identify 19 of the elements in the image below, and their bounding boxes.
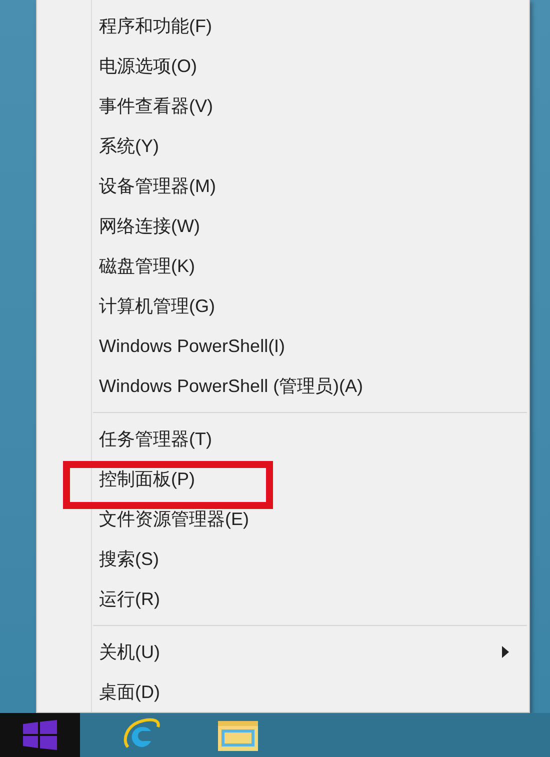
menu-item[interactable]: 文件资源管理器(E) — [37, 499, 529, 539]
menu-item[interactable]: 系统(Y) — [37, 126, 529, 166]
menu-item[interactable]: 桌面(D) — [37, 672, 529, 712]
menu-item[interactable]: 事件查看器(V) — [37, 86, 529, 126]
menu-item[interactable]: 电源选项(O) — [37, 46, 529, 86]
menu-item[interactable]: 关机(U) — [37, 632, 529, 672]
menu-item[interactable]: Windows PowerShell(I) — [37, 326, 529, 366]
menu-item[interactable]: 程序和功能(F) — [37, 6, 529, 46]
menu-item[interactable]: 设备管理器(M) — [37, 166, 529, 206]
menu-item[interactable]: 控制面板(P) — [37, 459, 529, 499]
menu-item[interactable]: 任务管理器(T) — [37, 419, 529, 459]
menu-item[interactable]: 网络连接(W) — [37, 206, 529, 246]
windows-logo-icon — [23, 720, 57, 750]
menu-item[interactable]: 计算机管理(G) — [37, 286, 529, 326]
start-button[interactable] — [0, 713, 80, 757]
menu-item[interactable]: 磁盘管理(K) — [37, 246, 529, 286]
menu-item[interactable]: 运行(R) — [37, 579, 529, 619]
menu-item[interactable]: 搜索(S) — [37, 539, 529, 579]
menu-item[interactable]: Windows PowerShell (管理员)(A) — [37, 366, 529, 406]
